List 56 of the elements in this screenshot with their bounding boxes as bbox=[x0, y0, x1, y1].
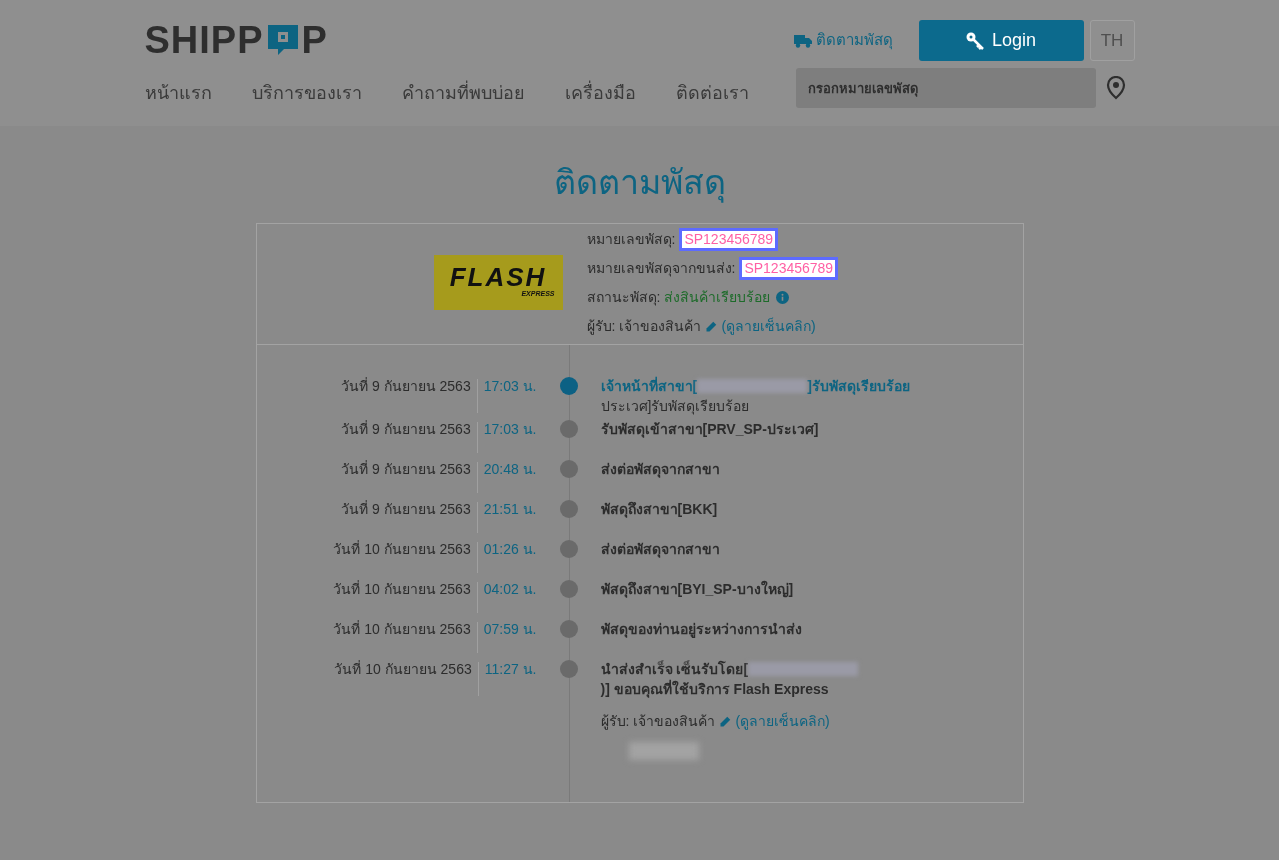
language-button[interactable]: TH bbox=[1089, 20, 1135, 61]
event-text: นำส่งสำเร็จ เซ็นรับโดย[ bbox=[600, 659, 749, 679]
signature-link[interactable]: (ดูลายเซ็นคลิก) bbox=[735, 711, 830, 732]
event-text: ]รับพัสดุเรียบร้อย bbox=[807, 377, 910, 396]
event-text: ส่งต่อพัสดุจากสาขา bbox=[600, 460, 720, 479]
event-time: 21:51 น. bbox=[483, 500, 537, 519]
event-text: เจ้าหน้าที่สาขา[ bbox=[600, 376, 698, 396]
signature-image bbox=[628, 742, 699, 760]
event-text: พัสดุของท่านอยู่ระหว่างการนำส่ง bbox=[600, 620, 802, 639]
truck-icon bbox=[793, 33, 812, 48]
tracking-number: SP123456789 bbox=[739, 257, 839, 280]
receiver-value: เจ้าของสินค้า bbox=[619, 317, 702, 336]
event-date: วันที่ 10 กันยายน 2563 bbox=[333, 539, 471, 559]
receiver-value: เจ้าของสินค้า bbox=[633, 712, 716, 731]
event-date: วันที่ 10 กันยายน 2563 bbox=[333, 619, 471, 639]
receiver-label: ผู้รับ: bbox=[586, 317, 616, 337]
event-date: วันที่ 10 กันยายน 2563 bbox=[333, 579, 471, 599]
field-label: สถานะพัสดุ: bbox=[586, 288, 661, 308]
event-text: ส่งต่อพัสดุจากสาขา bbox=[600, 540, 720, 559]
receiver-label: ผู้รับ: bbox=[600, 712, 630, 732]
event-date: วันที่ 10 กันยายน 2563 bbox=[334, 659, 472, 679]
shippop-logo[interactable]: SHIPP P bbox=[144, 20, 749, 60]
nav-link[interactable]: คำถามที่พบบ่อย bbox=[401, 80, 525, 107]
pencil-icon bbox=[719, 715, 732, 728]
event-date: วันที่ 9 กันยายน 2563 bbox=[341, 499, 471, 519]
event-date: วันที่ 9 กันยายน 2563 bbox=[341, 459, 471, 479]
event-time: 17:03 น. bbox=[483, 420, 537, 439]
location-pin-icon[interactable] bbox=[1104, 76, 1127, 100]
event-time: 04:02 น. bbox=[483, 580, 537, 599]
tracking-number: SP123456789 bbox=[679, 228, 779, 251]
event-time: 01:26 น. bbox=[483, 540, 537, 559]
event-text: )] ขอบคุณที่ใช้บริการ Flash Express bbox=[600, 679, 829, 699]
event-date: วันที่ 9 กันยายน 2563 bbox=[341, 376, 471, 396]
event-text: รับพัสดุเข้าสาขา[PRV_SP-ประเวศ] bbox=[600, 420, 819, 439]
event-time: 07:59 น. bbox=[483, 620, 537, 639]
nav-link[interactable]: ติดต่อเรา bbox=[675, 80, 749, 107]
field-label: หมายเลขพัสดุ: bbox=[586, 230, 676, 250]
pencil-icon bbox=[705, 320, 718, 333]
track-parcel-link[interactable]: ติดตามพัสดุ bbox=[793, 29, 893, 52]
key-icon bbox=[965, 31, 984, 50]
event-time: 17:03 น. bbox=[483, 377, 537, 396]
page-title: ติดตามพัสดุ bbox=[552, 162, 727, 204]
event-date: วันที่ 9 กันยายน 2563 bbox=[341, 419, 471, 439]
event-text: พัสดุถึงสาขา[BKK] bbox=[600, 500, 718, 519]
tracking-search-field[interactable]: กรอกหมายเลขพัสดุ bbox=[795, 68, 1096, 108]
nav-link[interactable]: หน้าแรก bbox=[144, 80, 212, 107]
event-time: 11:27 น. bbox=[484, 660, 537, 679]
nav-link[interactable]: เครื่องมือ bbox=[564, 80, 636, 107]
signature-link[interactable]: (ดูลายเซ็นคลิก) bbox=[721, 316, 816, 337]
event-detail: ประเวศ]รับพัสดุเรียบร้อย bbox=[600, 397, 751, 416]
status-value: ส่งสินค้าเรียบร้อย bbox=[664, 288, 771, 307]
event-text: พัสดุถึงสาขา[BYI_SP-บางใหญ่] bbox=[600, 579, 794, 599]
nav-link[interactable]: บริการของเรา bbox=[251, 80, 362, 107]
event-time: 20:48 น. bbox=[483, 460, 537, 479]
login-button[interactable]: Login bbox=[918, 20, 1084, 61]
field-label: หมายเลขพัสดุจากขนส่ง: bbox=[586, 259, 736, 279]
